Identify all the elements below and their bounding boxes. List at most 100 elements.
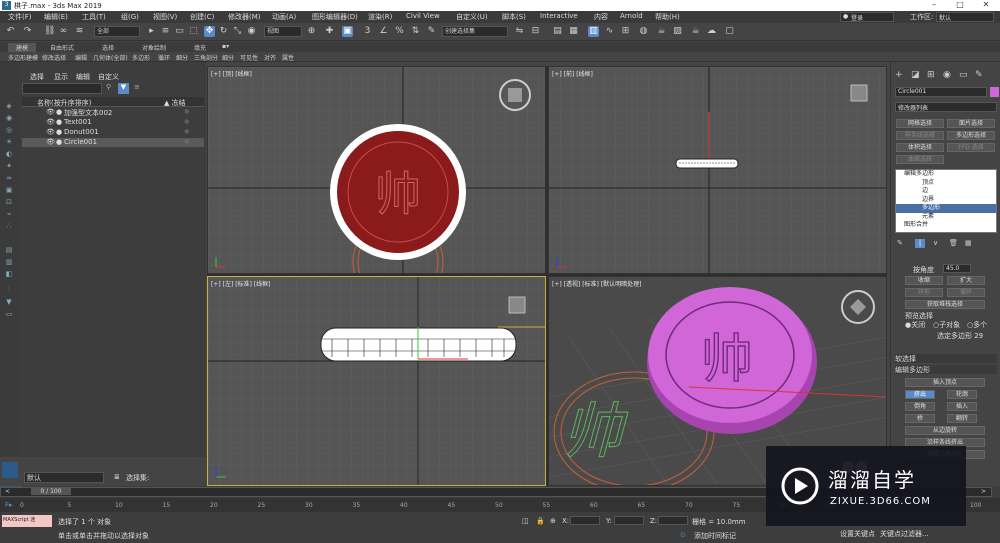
radio-multi[interactable]: ○多个 (967, 320, 987, 330)
display-helpers-icon[interactable]: ✦ (4, 162, 14, 171)
sign-in-dropdown[interactable]: ● 登录 (840, 12, 894, 22)
ribbon-tab-selection[interactable]: 选择 (102, 43, 114, 52)
modifier-stack-item[interactable]: 元素 (896, 213, 996, 222)
curve-editor-icon[interactable]: ∿ (604, 26, 615, 37)
lock-icon[interactable]: 🔒 (536, 517, 545, 525)
track-mini-curve-icon[interactable]: F▸ (5, 501, 13, 509)
edit-named-sel-icon[interactable]: ✎ (426, 26, 437, 37)
frame-counter[interactable]: 0 / 100 (31, 488, 71, 495)
angle-spinner[interactable]: 45.0 (943, 264, 971, 273)
menu-help[interactable]: 帮助(H) (655, 12, 680, 22)
inset-button[interactable]: 插入 (947, 402, 977, 411)
menu-modifiers[interactable]: 修改器(M) (228, 12, 261, 22)
scene-explorer-icon[interactable]: ▥ (588, 26, 599, 37)
display-geometry-icon[interactable]: ◉ (4, 114, 14, 123)
snaps-toggle-icon[interactable]: 3 (362, 26, 373, 37)
modifier-stack-item[interactable]: 编辑多边形 (896, 170, 996, 179)
material-editor-icon[interactable]: ◍ (638, 26, 649, 37)
viewport-layout-icon[interactable] (2, 462, 18, 478)
display-groups-icon[interactable]: ▣ (4, 186, 14, 195)
viewport-left-label[interactable]: [+] [左] [标准] [线框] (211, 279, 270, 288)
angle-snap-icon[interactable]: ∠ (378, 26, 389, 37)
time-slider-prev-icon[interactable]: < (5, 488, 10, 495)
coord-z-field[interactable] (658, 516, 688, 525)
ribbon-polygons[interactable]: 多边形 (132, 53, 150, 62)
motion-tab-icon[interactable]: ◉ (943, 70, 951, 80)
modifier-stack-item[interactable]: 顶点 (896, 179, 996, 188)
ribbon-align[interactable]: 对齐 (264, 53, 276, 62)
surf-select-button[interactable]: 曲面选择 (896, 155, 944, 164)
move-icon[interactable]: ✥ (204, 26, 215, 37)
search-icon[interactable]: ⚲ (106, 83, 111, 91)
link-icon[interactable]: ⛓ (44, 26, 55, 37)
menu-customize[interactable]: 自定义(U) (456, 12, 488, 22)
radio-subobject[interactable]: ○子对象 (933, 320, 960, 330)
scene-list-item[interactable]: 👁 ● 加强型文本002 ❄ (22, 108, 204, 117)
display-none-icon[interactable]: ◈ (4, 102, 14, 111)
ribbon-tab-freeform[interactable]: 自由形式 (50, 43, 74, 52)
percent-snap-icon[interactable]: % (394, 26, 405, 37)
schematic-view-icon[interactable]: ⊞ (620, 26, 631, 37)
close-button[interactable]: ✕ (974, 0, 998, 11)
ribbon-visibility[interactable]: 可见性 (240, 53, 258, 62)
visibility-eye-icon[interactable]: 👁 (46, 118, 55, 126)
maxscript-listener[interactable]: MAXScript 迷 (2, 515, 52, 527)
shrink-button[interactable]: 收缩 (905, 276, 943, 285)
selection-filter-dropdown[interactable]: 全部 (94, 26, 140, 37)
render-production-icon[interactable]: ☕ (690, 26, 701, 37)
create-tab-icon[interactable]: + (895, 70, 903, 80)
viewport-front-label[interactable]: [+] [前] [线框] (552, 69, 593, 78)
display-none2-icon[interactable]: ▥ (4, 258, 14, 267)
scene-menu-customize[interactable]: 自定义 (98, 72, 119, 82)
rotate-icon[interactable]: ↻ (218, 26, 229, 37)
menu-edit[interactable]: 编辑(E) (44, 12, 68, 22)
flip-button[interactable]: 翻转 (947, 414, 977, 423)
hierarchy-tab-icon[interactable]: ⊞ (927, 70, 935, 80)
window-crossing-icon[interactable]: ⬚ (188, 26, 199, 37)
coord-y-field[interactable] (614, 516, 644, 525)
rendered-frame-icon[interactable]: ▨ (672, 26, 683, 37)
modifier-stack-item[interactable]: 边 (896, 187, 996, 196)
display-tab-icon[interactable]: ▭ (959, 70, 968, 80)
layer-explorer-icon[interactable]: ▤ (552, 26, 563, 37)
viewcube-left[interactable] (508, 296, 526, 314)
grow-button[interactable]: 扩大 (947, 276, 985, 285)
outline-button[interactable]: 轮廓 (947, 390, 977, 399)
display-all-icon[interactable]: ▤ (4, 246, 14, 255)
redo-icon[interactable]: ↷ (22, 26, 33, 37)
invert-display-icon[interactable]: ◧ (4, 270, 14, 279)
menu-scripting[interactable]: 脚本(S) (502, 12, 526, 22)
modifier-stack-item[interactable]: 边界 (896, 196, 996, 205)
scene-menu-select[interactable]: 选择 (30, 72, 44, 82)
place-icon[interactable]: ◉ (246, 26, 257, 37)
modifier-list-dropdown[interactable]: 修改器列表 (895, 102, 997, 112)
unlink-icon[interactable]: ∞ (58, 26, 69, 37)
select-manipulate-icon[interactable]: ✚ (324, 26, 335, 37)
select-by-name-icon[interactable]: ≡ (160, 26, 171, 37)
ribbon-tab-modeling[interactable]: 建模 (8, 43, 37, 52)
viewport-top[interactable]: [+] [顶] [线框] 帅 (207, 66, 546, 274)
get-stack-selection-button[interactable]: 获取堆栈选择 (905, 300, 985, 309)
vol-select-button[interactable]: 体积选择 (896, 143, 944, 152)
viewport-front[interactable]: [+] [前] [线框] (548, 66, 887, 274)
viewport-left[interactable]: [+] [左] [标准] [线框] (207, 276, 546, 486)
edit-polygons-rollout[interactable]: 编辑多边形 (895, 365, 997, 374)
hinge-button[interactable]: 从边旋转 (905, 426, 985, 435)
display-shapes-icon[interactable]: ◎ (4, 126, 14, 135)
ribbon-subdiv2[interactable]: 细分 (222, 53, 234, 62)
menu-arnold[interactable]: Arnold (620, 12, 643, 20)
viewport-persp-label[interactable]: [+] [透视] [标准] [默认明暗处理] (552, 279, 641, 288)
ribbon-loops[interactable]: 循环 (158, 53, 170, 62)
modifier-stack-item[interactable]: 多边形 (896, 204, 996, 213)
time-slider-next-icon[interactable]: > (981, 488, 986, 495)
ribbon-options-icon[interactable]: ▪▾ (222, 43, 229, 50)
insert-vertex-button[interactable]: 插入顶点 (905, 378, 985, 387)
menu-graph-editors[interactable]: 图形编辑器(D) (312, 12, 358, 22)
reference-coordinate-dropdown[interactable]: 视图 (264, 26, 302, 37)
ribbon-tab-object-paint[interactable]: 对象绘制 (142, 43, 166, 52)
rect-selection-icon[interactable]: ▭ (174, 26, 185, 37)
ribbon-poly-modeling[interactable]: 多边形建模 (8, 53, 38, 62)
layer-dropdown[interactable]: 默认 (24, 472, 104, 483)
ribbon-tris[interactable]: 三角剖分 (194, 53, 218, 62)
filter-icon[interactable]: ▼ (4, 298, 14, 307)
